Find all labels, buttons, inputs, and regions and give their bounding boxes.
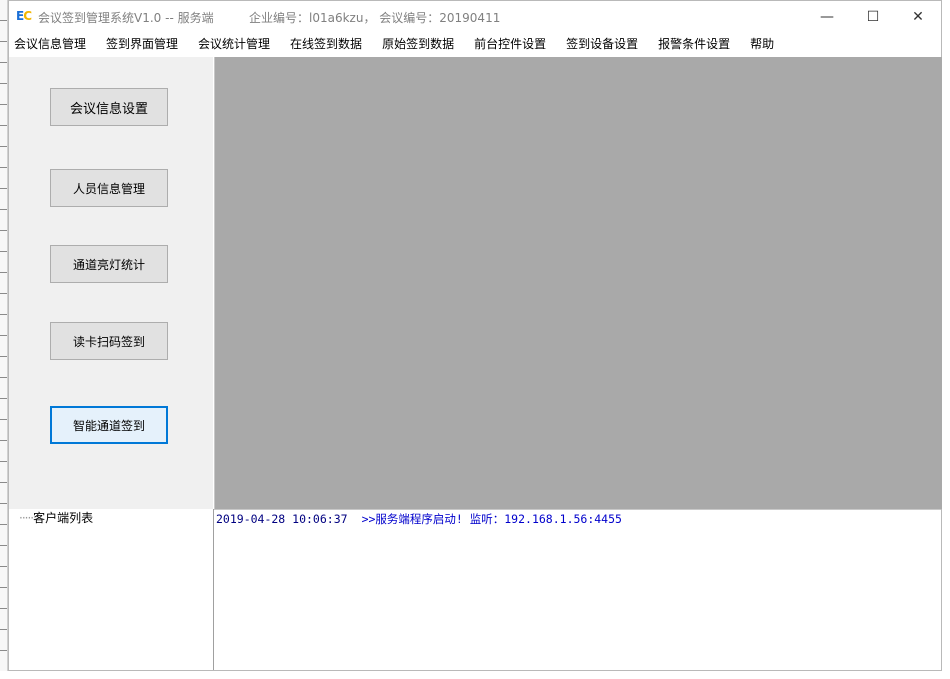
log-panel[interactable]: 2019-04-28 10:06:37 >>服务端程序启动! 监听：192.168… [214, 509, 941, 670]
window-title: 会议签到管理系统V1.0 -- 服务端 [38, 11, 214, 25]
menu-front-controls[interactable]: 前台控件设置 [464, 32, 556, 57]
menu-alarm-settings[interactable]: 报警条件设置 [648, 32, 740, 57]
window-info: 企业编号：l01a6kzu， 会议编号：20190411 [249, 11, 501, 25]
app-window: EC 会议签到管理系统V1.0 -- 服务端 企业编号：l01a6kzu， 会议… [8, 0, 942, 671]
main-workspace [214, 57, 942, 509]
menu-meeting-stats[interactable]: 会议统计管理 [188, 32, 280, 57]
smart-channel-checkin-button[interactable]: 智能通道签到 [50, 406, 168, 444]
client-tree[interactable]: ·····客户端列表 [9, 509, 214, 670]
menu-meeting-info[interactable]: 会议信息管理 [9, 32, 96, 57]
menu-raw-checkin[interactable]: 原始签到数据 [372, 32, 464, 57]
tree-root-label: 客户端列表 [33, 511, 94, 525]
bottom-strip [0, 671, 950, 679]
maximize-icon[interactable]: ☐ [850, 1, 896, 32]
left-button-panel: 会议信息设置 人员信息管理 通道亮灯统计 读卡扫码签到 智能通道签到 [9, 57, 213, 509]
card-scan-checkin-button[interactable]: 读卡扫码签到 [50, 322, 168, 360]
close-icon[interactable]: ✕ [895, 1, 941, 32]
app-logo-icon: EC [16, 9, 32, 23]
menu-device-settings[interactable]: 签到设备设置 [556, 32, 648, 57]
menu-help[interactable]: 帮助 [740, 32, 784, 57]
channel-light-stats-button[interactable]: 通道亮灯统计 [50, 245, 168, 283]
menu-checkin-ui[interactable]: 签到界面管理 [96, 32, 188, 57]
left-ruler [0, 0, 8, 679]
log-message: >>服务端程序启动! 监听：192.168.1.56:4455 [361, 512, 622, 526]
minimize-icon[interactable]: — [804, 1, 850, 32]
meeting-info-settings-button[interactable]: 会议信息设置 [50, 88, 168, 126]
tree-line-icon: ····· [19, 511, 34, 525]
log-timestamp: 2019-04-28 10:06:37 [216, 512, 348, 526]
menu-online-checkin[interactable]: 在线签到数据 [280, 32, 372, 57]
log-entry: 2019-04-28 10:06:37 >>服务端程序启动! 监听：192.168… [216, 511, 622, 527]
menu-bar: 会议信息管理 签到界面管理 会议统计管理 在线签到数据 原始签到数据 前台控件设… [9, 32, 941, 57]
tree-root-item[interactable]: ·····客户端列表 [19, 509, 93, 526]
personnel-management-button[interactable]: 人员信息管理 [50, 169, 168, 207]
title-bar: EC 会议签到管理系统V1.0 -- 服务端 企业编号：l01a6kzu， 会议… [9, 1, 941, 32]
